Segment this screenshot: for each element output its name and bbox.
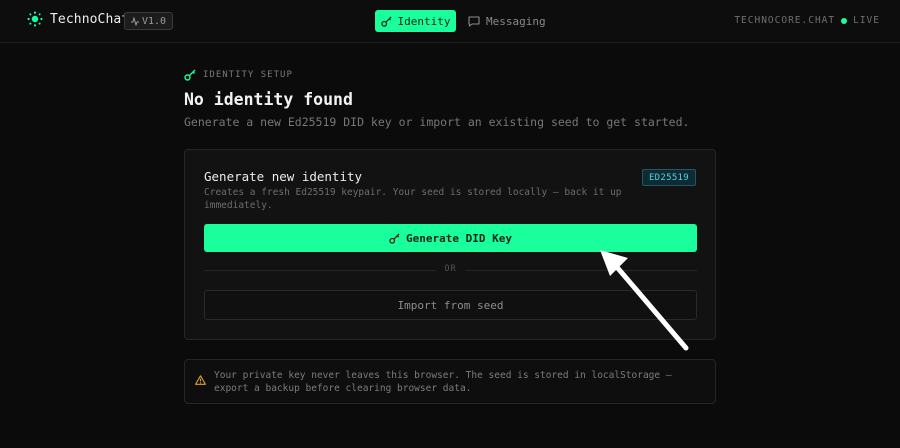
section-eyebrow: IDENTITY SETUP: [184, 69, 293, 81]
tab-identity-label: Identity: [397, 14, 451, 28]
message-icon: [468, 15, 480, 27]
pulse-icon: [131, 16, 139, 26]
card-title: Generate new identity: [204, 169, 363, 184]
card-description: Creates a fresh Ed25519 keypair. Your se…: [204, 187, 622, 211]
page-subtitle: Generate a new Ed25519 DID key or import…: [184, 115, 690, 129]
tab-messaging-label: Messaging: [486, 14, 546, 28]
key-icon: [389, 232, 400, 244]
divider-label: OR: [444, 264, 457, 274]
algorithm-badge: ED25519: [641, 169, 696, 186]
generate-did-key-button[interactable]: Generate DID Key: [204, 224, 697, 252]
key-icon: [184, 69, 196, 81]
divider-line-right: [465, 270, 697, 271]
tab-messaging[interactable]: Messaging: [468, 10, 546, 32]
live-dot-icon: [841, 17, 848, 24]
page-title: No identity found: [184, 90, 353, 109]
key-icon: [380, 15, 392, 27]
generate-identity-card: Generate new identity Creates a fresh Ed…: [184, 149, 716, 340]
import-from-seed-button[interactable]: Import from seed: [204, 290, 697, 320]
atom-logo-icon: [27, 11, 43, 27]
warning-icon: [195, 370, 206, 389]
warning-text: Your private key never leaves this brows…: [214, 370, 672, 394]
generate-button-label: Generate DID Key: [406, 231, 512, 245]
or-divider: OR: [204, 264, 697, 274]
version-badge: V1.0: [124, 12, 174, 30]
eyebrow-label: IDENTITY SETUP: [203, 70, 293, 80]
app-name: TechnoChat: [50, 11, 130, 27]
brand[interactable]: TechnoChat: [27, 11, 129, 27]
security-warning: Your private key never leaves this brows…: [184, 359, 716, 404]
server-name: TECHNOCORE.CHAT: [734, 15, 836, 26]
version-label: V1.0: [142, 15, 167, 27]
top-bar: TechnoChat V1.0 Identity Messaging TECHN…: [0, 0, 900, 43]
server-status: TECHNOCORE.CHAT LIVE: [734, 15, 880, 26]
tab-identity[interactable]: Identity: [375, 10, 456, 32]
status-label: LIVE: [853, 15, 880, 26]
